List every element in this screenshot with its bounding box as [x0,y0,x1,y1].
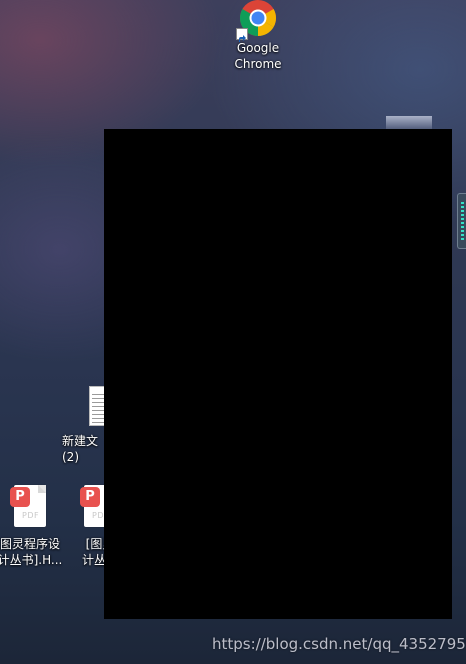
watermark: https://blog.csdn.net/qq_43527959 [212,635,466,653]
pdf-type-text: PDF [22,511,40,520]
partial-desktop-icon[interactable] [386,116,432,130]
pdf-file[interactable]: P PDF 图灵程序设 计丛书].H... [0,485,66,568]
chrome-shortcut-label: Google Chrome [234,41,282,71]
pdf-file-label: 图灵程序设 计丛书].H... [0,537,63,567]
black-overlay-panel [104,129,452,619]
chrome-shortcut[interactable]: Google Chrome [222,0,294,72]
level-bars-icon [461,202,464,242]
shortcut-arrow-icon [236,28,248,42]
pdf-badge: P [10,487,30,507]
pdf-icon: P PDF [10,485,50,529]
edge-widget[interactable] [457,193,466,249]
pdf-badge: P [80,487,100,507]
chrome-icon [236,0,280,42]
